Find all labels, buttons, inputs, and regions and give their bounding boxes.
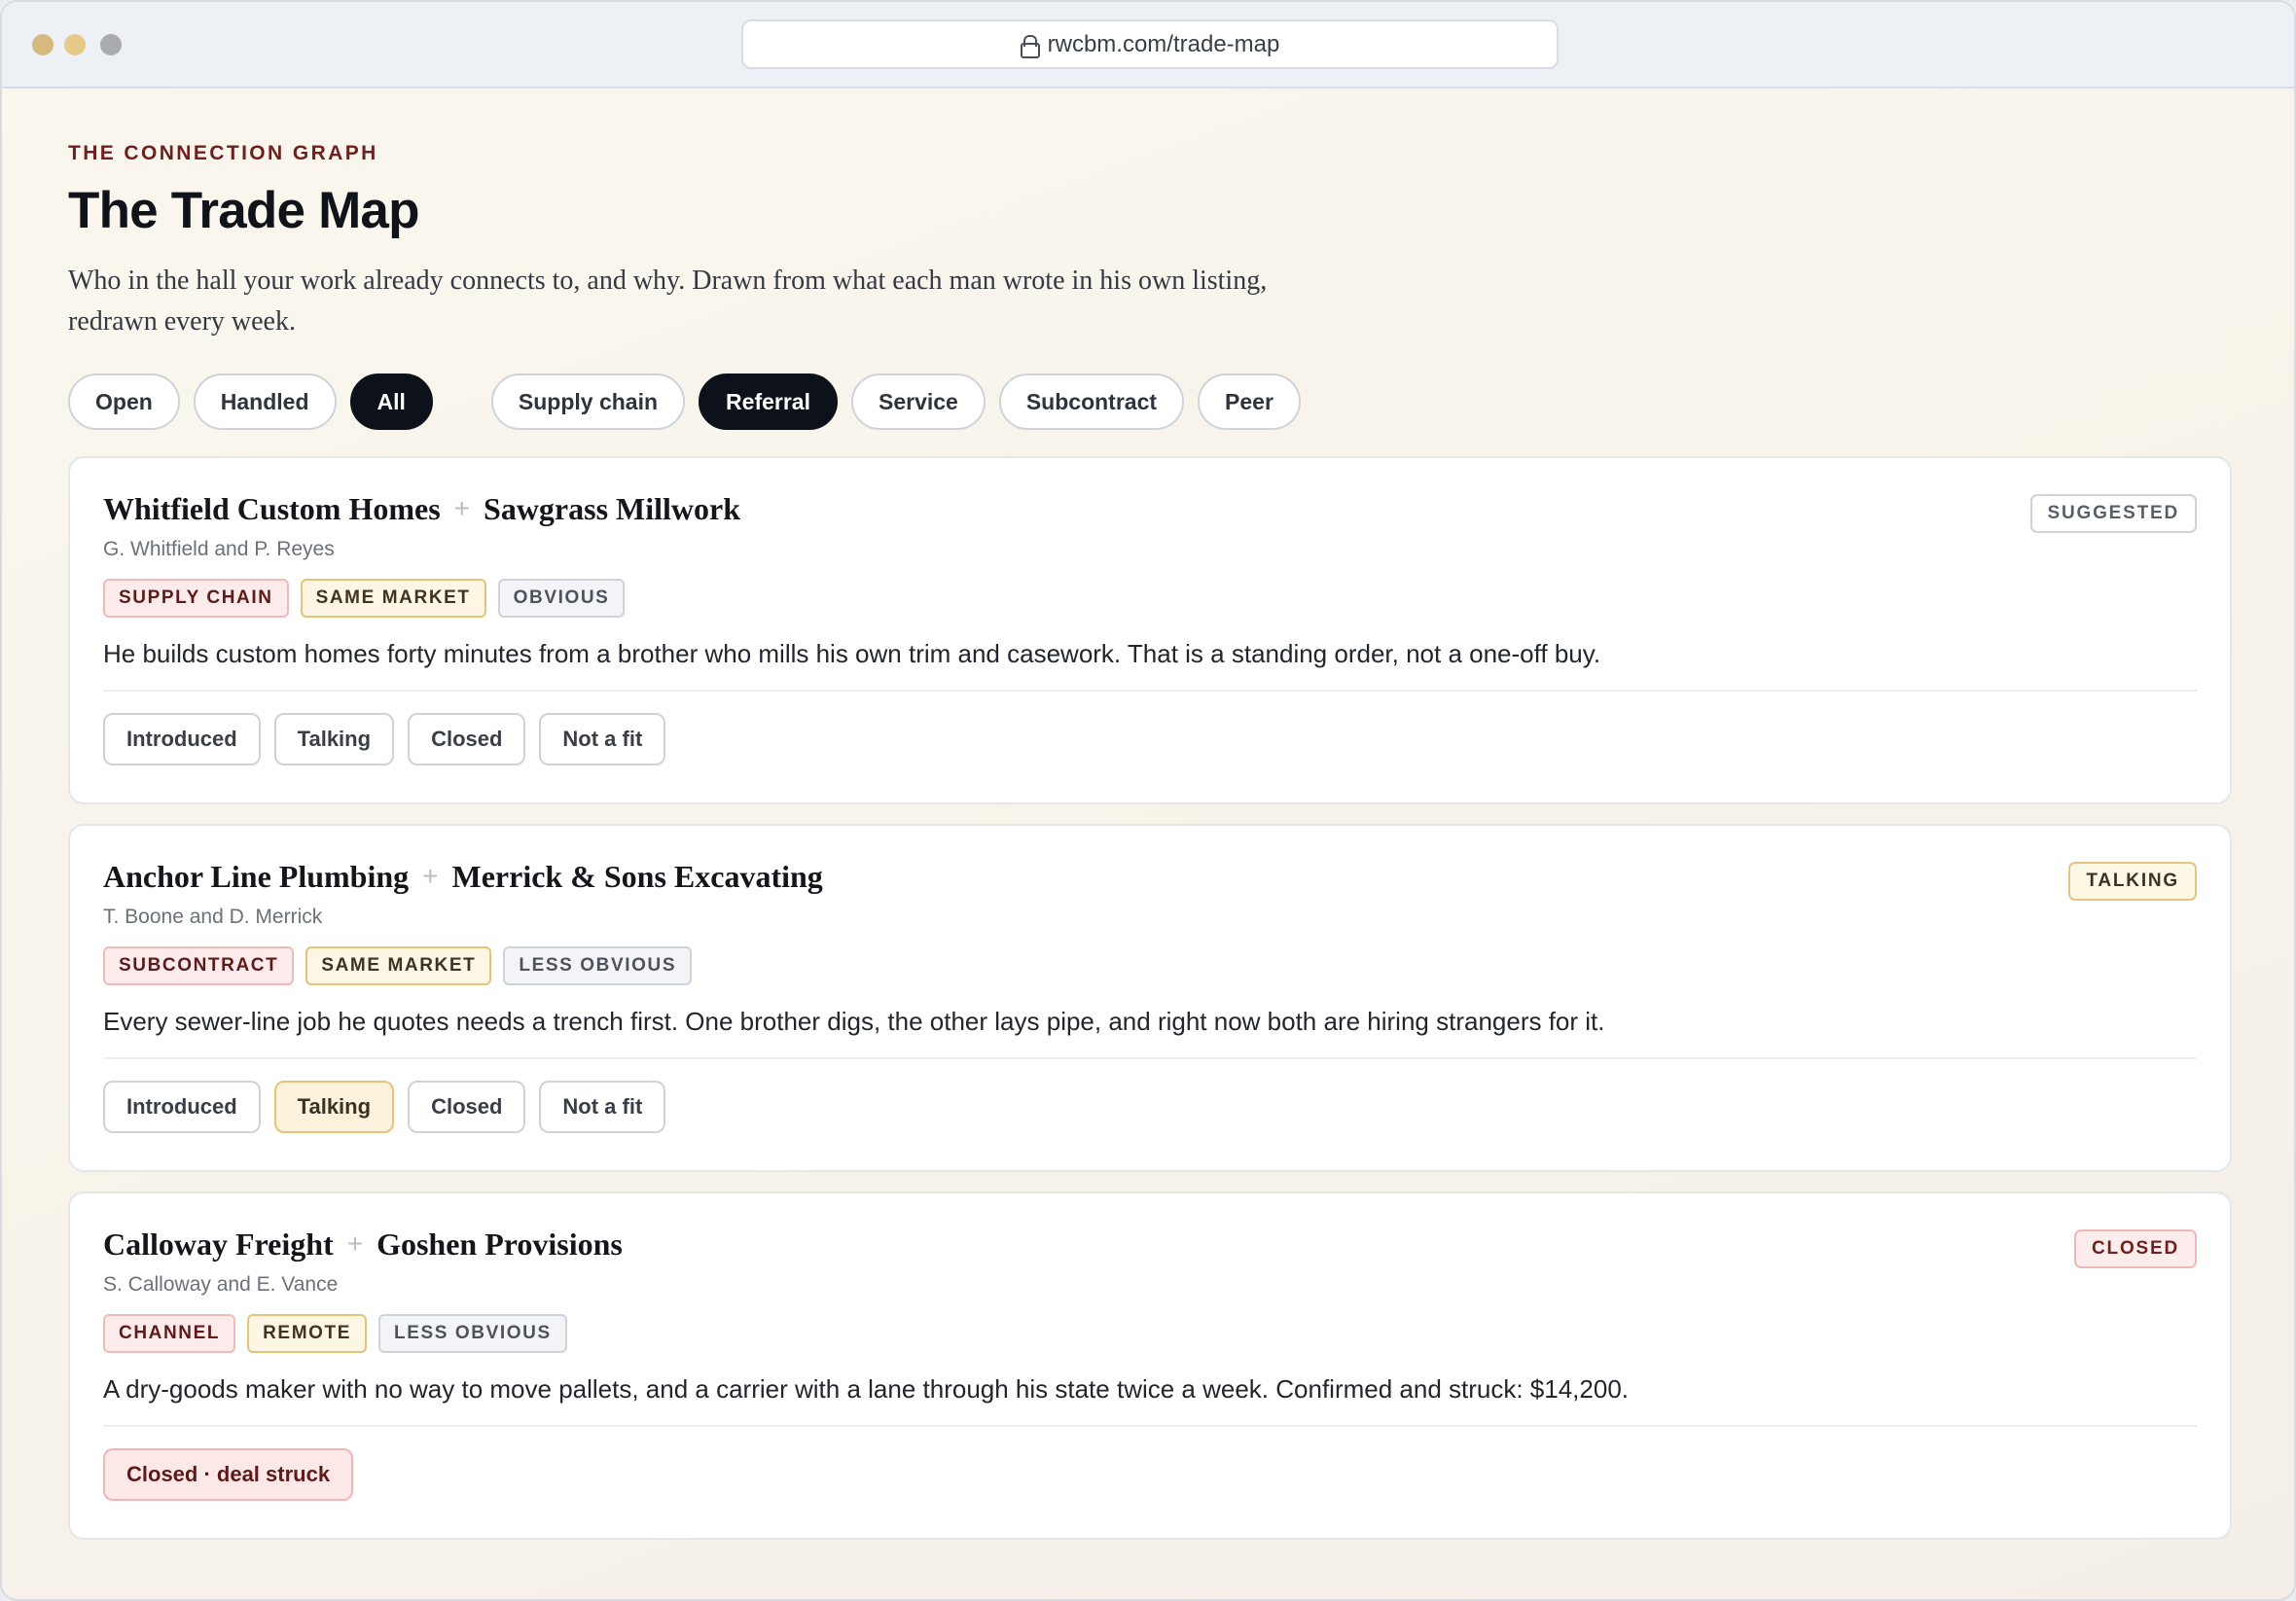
filter-referral[interactable]: Referral — [699, 374, 838, 431]
page-eyebrow: THE CONNECTION GRAPH — [68, 142, 378, 164]
business-b[interactable]: Sawgrass Millwork — [484, 491, 740, 527]
business-a[interactable]: Whitfield Custom Homes — [103, 491, 441, 527]
divider — [103, 1057, 2197, 1059]
people-names: T. Boone and D. Merrick — [103, 906, 323, 928]
business-b[interactable]: Merrick & Sons Excavating — [452, 859, 823, 895]
tag-market: REMOTE — [247, 1314, 367, 1353]
connection-names: Calloway Freight + Goshen Provisions — [103, 1225, 2197, 1263]
connection-names: Whitfield Custom Homes + Sawgrass Millwo… — [103, 489, 2197, 528]
connection-names: Anchor Line Plumbing + Merrick & Sons Ex… — [103, 857, 2197, 896]
window-zoom-button[interactable] — [100, 34, 122, 55]
address-bar[interactable]: rwcbm.com/trade-map — [741, 19, 1559, 69]
filter-service[interactable]: Service — [850, 374, 986, 431]
action-not-a-fit[interactable]: Not a fit — [539, 713, 666, 765]
window-close-button[interactable] — [32, 34, 54, 55]
tag-type: SUPPLY CHAIN — [103, 579, 289, 618]
window-minimize-button[interactable] — [64, 34, 86, 55]
closed-deal-badge: Closed · deal struck — [103, 1448, 354, 1501]
status-badge: SUGGESTED — [2029, 494, 2197, 533]
tag-obviousness: OBVIOUS — [497, 579, 626, 618]
action-talking[interactable]: Talking — [273, 1081, 395, 1133]
filter-subcontract[interactable]: Subcontract — [998, 374, 1185, 431]
browser-window: rwcbm.com/trade-map THE CONNECTION GRAPH… — [0, 0, 2296, 1601]
filter-handled[interactable]: Handled — [193, 374, 337, 431]
connection-card: Calloway Freight + Goshen Provisions S. … — [68, 1192, 2232, 1540]
action-introduced[interactable]: Introduced — [103, 1081, 261, 1133]
page-title: The Trade Map — [68, 182, 419, 239]
action-closed[interactable]: Closed — [408, 713, 526, 765]
browser-chrome: rwcbm.com/trade-map — [2, 2, 2294, 89]
filter-bar: Open Handled All Supply chain Referral S… — [68, 374, 2232, 431]
plus-icon: + — [453, 493, 471, 523]
divider — [103, 690, 2197, 692]
status-actions: Introduced Talking Closed Not a fit — [103, 1081, 2197, 1133]
tag-obviousness: LESS OBVIOUS — [503, 946, 693, 985]
status-actions: Closed · deal struck — [103, 1448, 2197, 1501]
connection-reason: Every sewer-line job he quotes needs a t… — [103, 1007, 1605, 1036]
page-subtitle: Who in the hall your work already connec… — [68, 266, 1268, 338]
tag-type: CHANNEL — [103, 1314, 236, 1353]
plus-icon: + — [346, 1228, 364, 1259]
status-badge: TALKING — [2068, 862, 2197, 901]
tag-list: SUPPLY CHAIN SAME MARKET OBVIOUS — [103, 579, 2197, 618]
plus-icon: + — [422, 861, 439, 891]
filter-supply-chain[interactable]: Supply chain — [490, 374, 686, 431]
connection-reason: A dry-goods maker with no way to move pa… — [103, 1374, 1630, 1404]
page-content: THE CONNECTION GRAPH The Trade Map Who i… — [68, 89, 2232, 1540]
connection-reason: He builds custom homes forty minutes fro… — [103, 639, 1601, 668]
status-badge: CLOSED — [2074, 1229, 2197, 1268]
business-a[interactable]: Calloway Freight — [103, 1227, 334, 1263]
action-talking[interactable]: Talking — [273, 713, 395, 765]
connection-card: Anchor Line Plumbing + Merrick & Sons Ex… — [68, 824, 2232, 1172]
connection-card: Whitfield Custom Homes + Sawgrass Millwo… — [68, 456, 2232, 804]
tag-type: SUBCONTRACT — [103, 946, 295, 985]
url-text: rwcbm.com/trade-map — [1047, 30, 1280, 57]
status-actions: Introduced Talking Closed Not a fit — [103, 713, 2197, 765]
tag-obviousness: LESS OBVIOUS — [377, 1314, 567, 1353]
tag-list: CHANNEL REMOTE LESS OBVIOUS — [103, 1314, 2197, 1353]
action-not-a-fit[interactable]: Not a fit — [539, 1081, 666, 1133]
filter-peer[interactable]: Peer — [1198, 374, 1301, 431]
people-names: G. Whitfield and P. Reyes — [103, 538, 335, 560]
tag-market: SAME MARKET — [305, 946, 492, 985]
action-introduced[interactable]: Introduced — [103, 713, 261, 765]
tag-market: SAME MARKET — [300, 579, 486, 618]
lock-icon — [1020, 34, 1040, 58]
filter-all[interactable]: All — [349, 374, 433, 431]
business-a[interactable]: Anchor Line Plumbing — [103, 859, 409, 895]
people-names: S. Calloway and E. Vance — [103, 1273, 339, 1296]
business-b[interactable]: Goshen Provisions — [377, 1227, 623, 1263]
action-closed[interactable]: Closed — [408, 1081, 526, 1133]
filter-open[interactable]: Open — [68, 374, 180, 431]
tag-list: SUBCONTRACT SAME MARKET LESS OBVIOUS — [103, 946, 2197, 985]
divider — [103, 1425, 2197, 1427]
